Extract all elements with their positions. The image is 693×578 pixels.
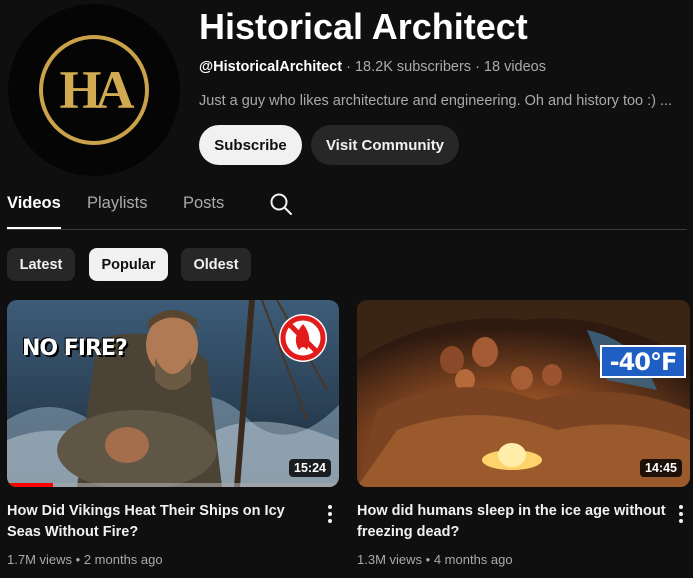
no-fire-icon <box>279 314 327 362</box>
filter-popular-chip[interactable]: Popular <box>89 248 168 281</box>
avatar-monogram: HA <box>59 60 135 120</box>
video-meta: 1.7M views • 2 months ago <box>7 552 163 567</box>
viking-ship-thumbnail-art <box>7 300 339 487</box>
subscriber-count: 18.2K subscribers <box>354 59 472 75</box>
meta-separator: • <box>425 552 434 567</box>
more-options-icon[interactable] <box>675 503 687 525</box>
filter-oldest-chip[interactable]: Oldest <box>181 248 251 281</box>
visit-community-button[interactable]: Visit Community <box>311 125 459 165</box>
tab-playlists[interactable]: Playlists <box>87 194 148 213</box>
video-meta: 1.3M views • 4 months ago <box>357 552 513 567</box>
upload-age: 2 months ago <box>83 552 163 567</box>
channel-avatar[interactable]: HA <box>8 4 180 176</box>
video-count: 18 videos <box>483 59 546 75</box>
video-title[interactable]: How did humans sleep in the ice age with… <box>357 501 667 543</box>
video-duration: 14:45 <box>640 459 682 477</box>
meta-separator: · <box>346 59 355 75</box>
channel-name: Historical Architect <box>199 6 528 47</box>
more-options-icon[interactable] <box>324 503 336 525</box>
active-tab-indicator <box>7 227 61 229</box>
watch-progress-bar <box>7 483 54 487</box>
tab-posts[interactable]: Posts <box>183 194 224 213</box>
ice-age-shelter-thumbnail-art <box>357 300 690 487</box>
channel-meta: @HistoricalArchitect · 18.2K subscribers… <box>199 59 546 75</box>
channel-handle: @HistoricalArchitect <box>199 59 343 75</box>
meta-separator: · <box>475 59 484 75</box>
thumbnail-caption: NO FIRE? <box>22 336 128 361</box>
video-duration: 15:24 <box>289 459 331 477</box>
video-thumbnail[interactable]: -40°F 14:45 <box>357 300 690 487</box>
tab-videos[interactable]: Videos <box>7 194 61 213</box>
meta-separator: • <box>75 552 84 567</box>
channel-description[interactable]: Just a guy who likes architecture and en… <box>199 93 679 109</box>
upload-age: 4 months ago <box>433 552 513 567</box>
channel-tabs: Videos Playlists Posts <box>7 190 687 230</box>
filter-latest-chip[interactable]: Latest <box>7 248 75 281</box>
thumbnail-caption: -40°F <box>600 345 686 378</box>
watch-progress-track <box>7 483 339 487</box>
avatar-logo-ring: HA <box>39 35 149 145</box>
video-thumbnail[interactable]: NO FIRE? 15:24 <box>7 300 339 487</box>
video-title[interactable]: How Did Vikings Heat Their Ships on Icy … <box>7 501 307 543</box>
view-count: 1.7M views <box>7 552 73 567</box>
subscribe-button[interactable]: Subscribe <box>199 125 302 165</box>
search-icon[interactable] <box>269 192 293 216</box>
view-count: 1.3M views <box>357 552 423 567</box>
